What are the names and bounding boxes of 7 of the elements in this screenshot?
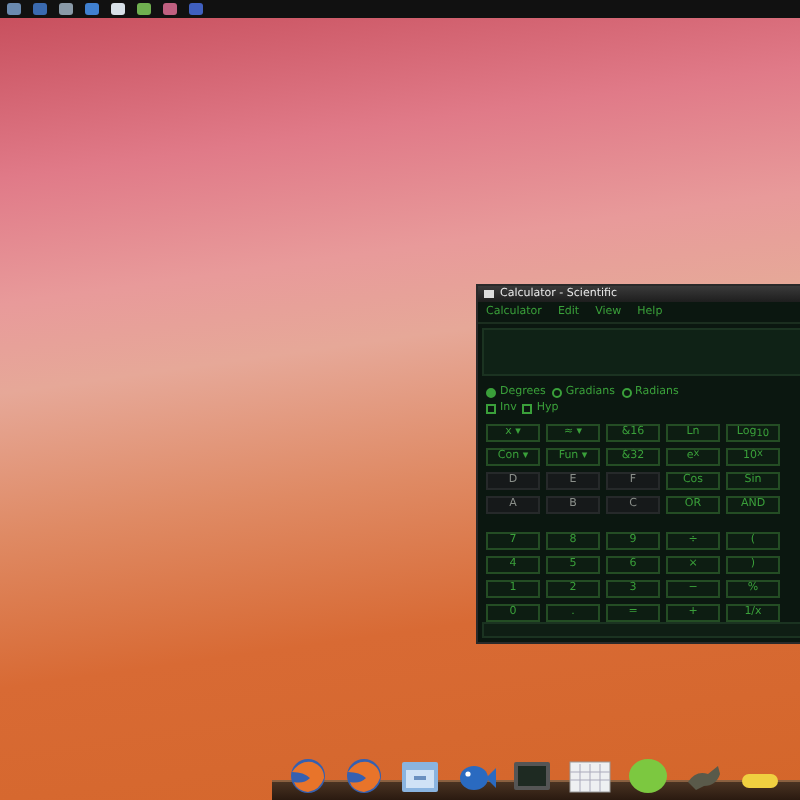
window-icon [484, 290, 494, 298]
drawer-icon[interactable] [400, 758, 440, 794]
monitor-icon[interactable] [512, 758, 552, 794]
globe-icon[interactable] [288, 758, 328, 794]
circle-icon[interactable] [628, 758, 668, 794]
calendar-icon[interactable] [568, 758, 612, 794]
globe-icon[interactable] [344, 758, 384, 794]
